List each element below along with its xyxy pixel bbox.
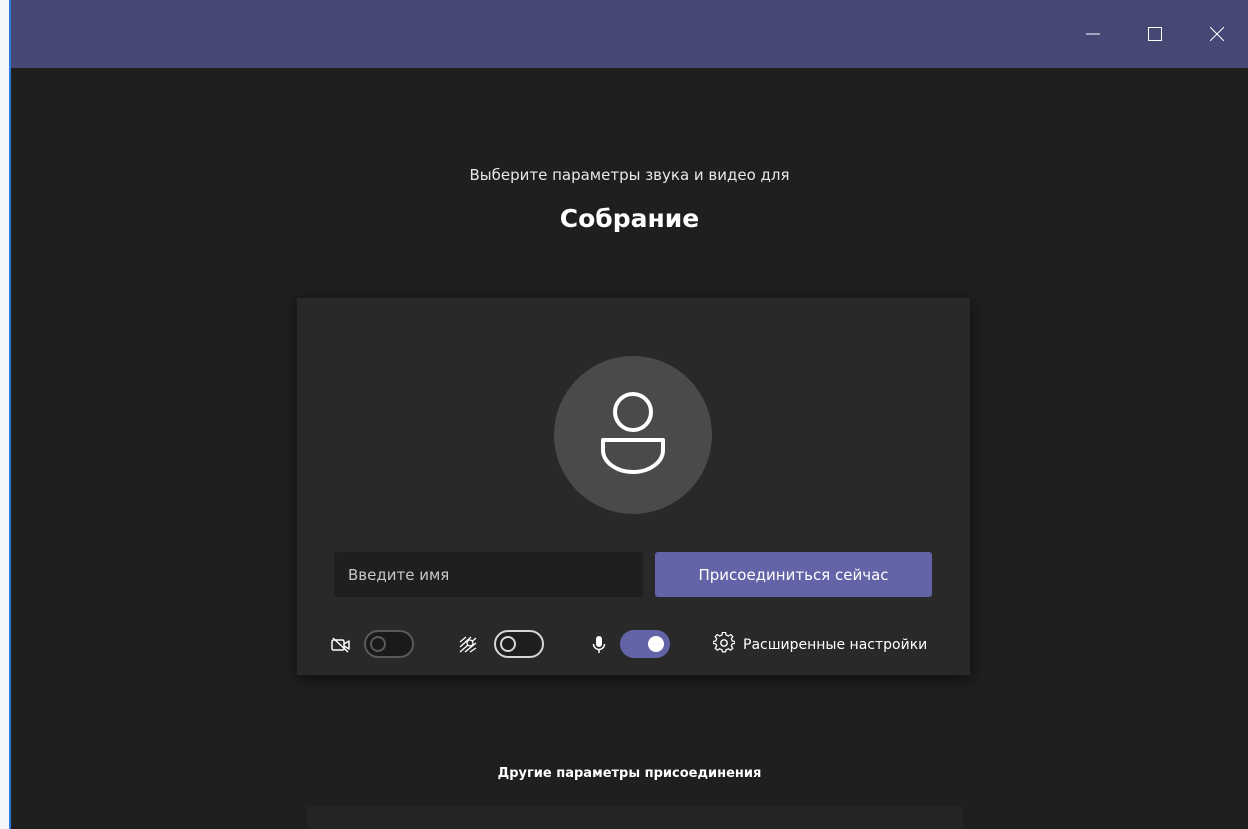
background-effects-toggle-knob	[500, 636, 516, 652]
camera-off-icon	[330, 634, 352, 656]
device-controls: Расширенные настройки	[330, 628, 950, 662]
background-effects-icon	[457, 634, 479, 656]
microphone-toggle[interactable]	[620, 630, 670, 658]
background-effects-toggle[interactable]	[494, 630, 544, 658]
microphone-toggle-knob	[648, 636, 664, 652]
name-input[interactable]	[334, 552, 643, 597]
maximize-button[interactable]	[1124, 0, 1186, 68]
teams-window: Выберите параметры звука и видео для Соб…	[9, 0, 1248, 829]
microphone-icon	[588, 634, 610, 656]
prejoin-subtitle: Выберите параметры звука и видео для	[469, 166, 790, 184]
other-join-options-panel	[307, 806, 963, 829]
person-icon	[593, 388, 673, 482]
join-now-button[interactable]: Присоединиться сейчас	[655, 552, 932, 597]
close-icon	[1210, 27, 1224, 41]
prejoin-card: Присоединиться сейчас	[297, 298, 970, 675]
avatar	[554, 356, 712, 514]
meeting-title: Собрание	[559, 204, 700, 233]
maximize-icon	[1148, 27, 1162, 41]
gear-icon	[712, 631, 736, 658]
minimize-icon	[1086, 27, 1100, 41]
camera-toggle-knob	[370, 636, 386, 652]
minimize-button[interactable]	[1062, 0, 1124, 68]
title-bar	[11, 0, 1248, 68]
window-controls	[1062, 0, 1248, 68]
other-join-options-heading: Другие параметры присоединения	[497, 766, 762, 781]
close-button[interactable]	[1186, 0, 1248, 68]
camera-toggle[interactable]	[364, 630, 414, 658]
advanced-settings-label: Расширенные настройки	[743, 637, 928, 653]
prejoin-screen: Выберите параметры звука и видео для Соб…	[11, 68, 1248, 829]
advanced-settings-button[interactable]: Расширенные настройки	[712, 630, 928, 660]
